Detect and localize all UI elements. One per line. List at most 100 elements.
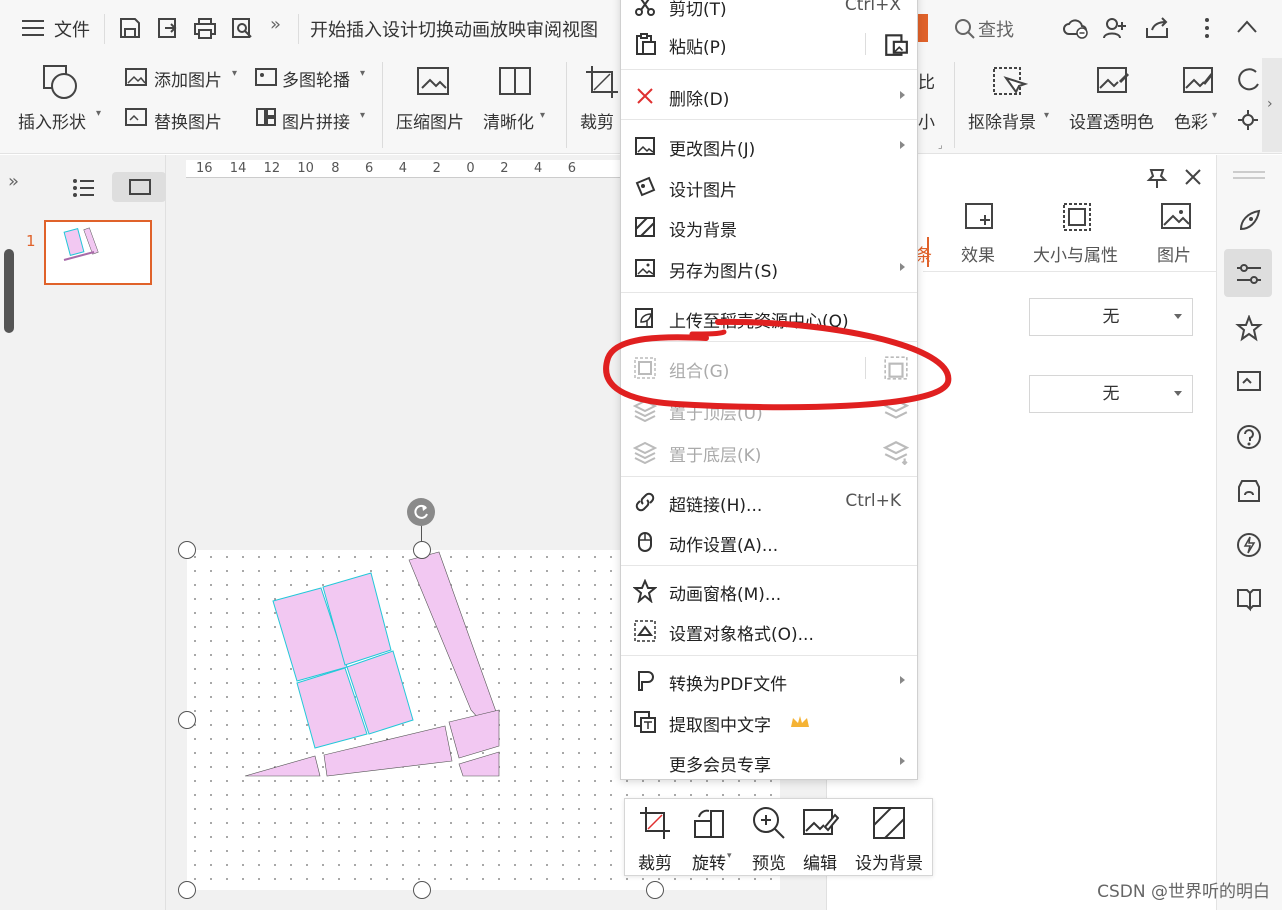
image-stitch-button[interactable]: 图片拼接: [282, 108, 350, 133]
menu-item-save-as-picture[interactable]: 另存为图片(S): [621, 249, 917, 287]
dropdown-1[interactable]: 无: [1029, 298, 1193, 336]
resize-handle[interactable]: [178, 881, 196, 899]
resize-handle[interactable]: [178, 711, 196, 729]
collapse-ribbon-icon[interactable]: [1236, 18, 1258, 36]
menu-item-change-picture[interactable]: 更改图片(J): [621, 127, 917, 165]
add-user-icon[interactable]: [1102, 16, 1128, 40]
crop-button[interactable]: 裁剪: [629, 799, 681, 877]
menu-item-send-to-back[interactable]: 置于底层(K): [621, 433, 917, 471]
preview-button[interactable]: 预览: [743, 799, 795, 877]
refresh-partial-icon[interactable]: [1236, 64, 1260, 100]
save-icon[interactable]: [118, 16, 142, 40]
menu-item-set-background[interactable]: 设为背景: [621, 208, 917, 246]
print-preview-icon[interactable]: [230, 16, 256, 42]
menu-item-delete[interactable]: 删除(D): [621, 77, 917, 115]
cloud-icon[interactable]: [1062, 16, 1090, 40]
menu-item-paste[interactable]: 粘贴(P): [621, 25, 917, 63]
color-button[interactable]: 色彩: [1174, 108, 1208, 133]
share-icon[interactable]: [1144, 16, 1170, 40]
resize-handle[interactable]: [413, 881, 431, 899]
search-icon[interactable]: [954, 18, 976, 40]
set-transparent-button[interactable]: 设置透明色: [1069, 108, 1154, 133]
paste-picture-icon[interactable]: [883, 31, 909, 57]
slide-view-tab[interactable]: [112, 172, 166, 202]
menu-item-animation-pane[interactable]: 动画窗格(M)...: [621, 572, 917, 610]
brightness-partial-icon[interactable]: [1236, 108, 1260, 132]
replace-image-button[interactable]: 替换图片: [154, 108, 222, 133]
edit-button[interactable]: 编辑: [795, 799, 845, 877]
compress-image-button[interactable]: 压缩图片: [396, 108, 464, 133]
menu-item-convert-pdf[interactable]: 转换为PDF文件: [621, 662, 917, 700]
menu-item-design-picture[interactable]: 设计图片: [621, 168, 917, 206]
crop-icon[interactable]: [584, 64, 620, 100]
compress-image-icon[interactable]: [414, 64, 452, 98]
carousel-icon[interactable]: [254, 66, 278, 88]
resize-handle[interactable]: [646, 881, 664, 899]
more-indicator[interactable]: »: [270, 14, 281, 35]
menu-item-hyperlink[interactable]: 超链接(H)... Ctrl+K: [621, 483, 917, 521]
resize-handle[interactable]: [413, 541, 431, 559]
sidebar-item-properties[interactable]: [1224, 249, 1272, 297]
stitch-icon[interactable]: [254, 106, 278, 128]
chevron-down-icon[interactable]: ▾: [96, 108, 101, 119]
expand-panel-icon[interactable]: »: [8, 171, 19, 192]
ribbon-scroll-right-button[interactable]: ›: [1262, 58, 1282, 152]
rotate-handle[interactable]: [407, 498, 435, 526]
replace-image-icon[interactable]: [124, 106, 148, 128]
dialog-launcher-icon[interactable]: ⌟: [938, 140, 943, 151]
slide-thumbnail[interactable]: [44, 220, 152, 285]
dropdown-2[interactable]: 无: [1029, 375, 1193, 413]
lightning-icon[interactable]: [1235, 531, 1263, 559]
effects-icon[interactable]: [963, 201, 997, 233]
search-label[interactable]: 查找: [978, 16, 1014, 42]
rotate-button[interactable]: 旋转 ▾: [681, 799, 737, 877]
add-image-button[interactable]: 添加图片: [154, 66, 222, 91]
chevron-down-icon[interactable]: ▾: [360, 68, 365, 79]
color-icon[interactable]: [1180, 64, 1218, 100]
size-properties-icon[interactable]: [1061, 201, 1095, 233]
pin-icon[interactable]: [1145, 167, 1169, 189]
chevron-down-icon[interactable]: ▾: [540, 110, 545, 121]
book-icon[interactable]: [1235, 585, 1263, 613]
menu-item-extract-text[interactable]: 提取图中文字: [621, 703, 917, 741]
menu-item-format-object[interactable]: 设置对象格式(O)...: [621, 612, 917, 650]
insert-shape-icon[interactable]: [40, 62, 80, 100]
menu-item-cut[interactable]: 剪切(T) Ctrl+X: [621, 0, 917, 25]
outline-view-icon[interactable]: [72, 177, 96, 199]
menu-tabs[interactable]: 开始插入设计切换动画放映审阅视图: [310, 16, 620, 42]
chevron-down-icon[interactable]: ▾: [360, 110, 365, 121]
animation-star-icon[interactable]: [1235, 315, 1263, 343]
transition-icon[interactable]: [1235, 369, 1263, 397]
close-icon[interactable]: [1183, 167, 1203, 187]
set-transparent-icon[interactable]: [1094, 64, 1132, 100]
crop-button[interactable]: 裁剪: [580, 108, 614, 133]
sharpen-button[interactable]: 清晰化: [483, 108, 534, 133]
help-icon[interactable]: [1235, 423, 1263, 451]
docer-store-icon[interactable]: [1235, 477, 1263, 505]
remove-background-button[interactable]: 抠除背景: [968, 108, 1036, 133]
picture-icon[interactable]: [1159, 201, 1193, 233]
tab-picture[interactable]: 图片: [1157, 241, 1191, 266]
scrollbar-thumb[interactable]: [4, 249, 14, 333]
chevron-down-icon[interactable]: ▾: [232, 68, 237, 79]
sharpen-icon[interactable]: [496, 64, 534, 98]
chevron-down-icon[interactable]: ▾: [1044, 110, 1049, 121]
menu-item-action-settings[interactable]: 动作设置(A)...: [621, 523, 917, 561]
file-menu[interactable]: 文件: [54, 16, 90, 42]
tab-size-properties[interactable]: 大小与属性: [1033, 241, 1118, 266]
hamburger-icon[interactable]: [22, 18, 46, 38]
set-background-button[interactable]: 设为背景: [849, 799, 929, 877]
resize-handle[interactable]: [178, 541, 196, 559]
small-button-partial[interactable]: 小: [918, 108, 935, 133]
multi-carousel-button[interactable]: 多图轮播: [282, 66, 350, 91]
rocket-icon[interactable]: [1235, 207, 1263, 235]
tab-effects[interactable]: 效果: [961, 241, 995, 266]
insert-shape-button[interactable]: 插入形状: [18, 108, 86, 133]
export-icon[interactable]: [156, 16, 180, 40]
chevron-down-icon[interactable]: ▾: [1212, 110, 1217, 121]
menu-item-more-vip[interactable]: 更多会员专享: [621, 743, 917, 781]
print-icon[interactable]: [192, 16, 218, 40]
remove-background-icon[interactable]: [990, 64, 1028, 100]
more-options-icon[interactable]: [1200, 16, 1214, 40]
contrast-button-partial[interactable]: 比: [918, 68, 935, 93]
